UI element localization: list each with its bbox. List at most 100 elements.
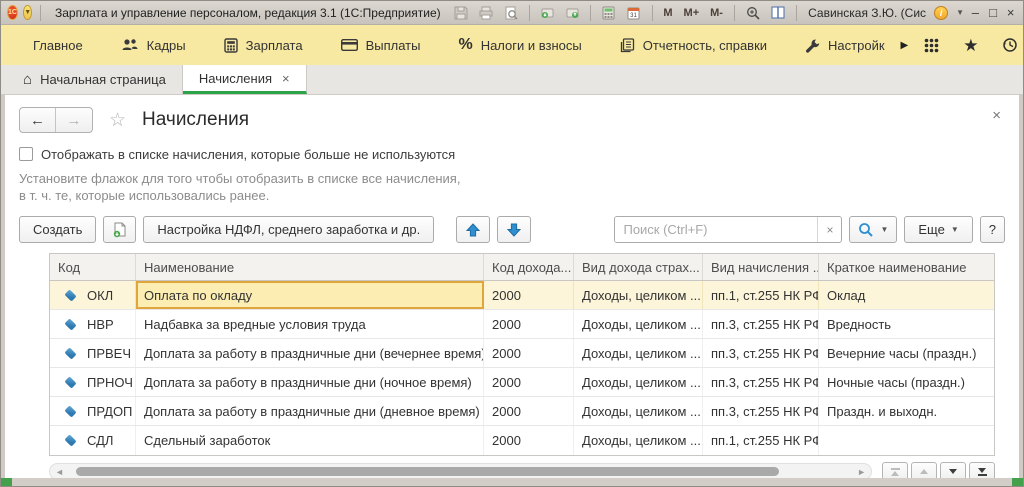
col-header-name[interactable]: Наименование — [136, 254, 484, 280]
memory-minus-button[interactable]: M- — [707, 4, 726, 22]
menu-item-zarplata[interactable]: Зарплата — [224, 38, 303, 53]
cell-income-code[interactable]: 2000 — [484, 310, 574, 338]
cell-short-name[interactable]: Ночные часы (праздн.) — [819, 368, 994, 396]
maximize-icon[interactable]: □ — [987, 5, 1000, 20]
table-row[interactable]: НВР Надбавка за вредные условия труда 20… — [50, 310, 994, 339]
back-button[interactable]: ← — [20, 108, 56, 132]
cell-accrual-kind[interactable]: пп.3, ст.255 НК РФ — [703, 339, 819, 367]
cell-short-name[interactable]: Вредность — [819, 310, 994, 338]
col-header-short-name[interactable]: Краткое наименование — [819, 254, 994, 280]
cell-accrual-kind[interactable]: пп.1, ст.255 НК РФ — [703, 426, 819, 455]
create-button[interactable]: Создать — [19, 216, 96, 243]
table-row[interactable]: СДЛ Сдельный заработок 2000 Доходы, цели… — [50, 426, 994, 455]
apps-grid-icon[interactable] — [924, 38, 939, 53]
show-unused-checkbox[interactable] — [19, 147, 33, 161]
save-file-icon[interactable] — [562, 4, 582, 22]
cell-name[interactable]: Надбавка за вредные условия труда — [136, 310, 484, 338]
cell-code[interactable]: СДЛ — [50, 426, 136, 455]
cell-short-name[interactable]: Вечерние часы (праздн.) — [819, 339, 994, 367]
col-header-income-code[interactable]: Код дохода... — [484, 254, 574, 280]
show-unused-label[interactable]: Отображать в списке начисления, которые … — [41, 147, 455, 162]
cell-insurance[interactable]: Доходы, целиком ... — [574, 426, 703, 455]
scroll-right-icon[interactable]: ► — [857, 465, 866, 479]
move-down-button[interactable] — [497, 216, 531, 243]
cell-income-code[interactable]: 2000 — [484, 426, 574, 455]
cell-code[interactable]: НВР — [50, 310, 136, 338]
cell-name-focused[interactable]: Оплата по окладу — [136, 281, 484, 309]
col-header-insurance[interactable]: Вид дохода страх... — [574, 254, 703, 280]
cell-name[interactable]: Сдельный заработок — [136, 426, 484, 455]
close-icon[interactable]: × — [1004, 5, 1017, 20]
save-icon[interactable] — [451, 4, 471, 22]
cell-code[interactable]: ПРВЕЧ — [50, 339, 136, 367]
search-settings-button[interactable]: ▼ — [849, 216, 897, 243]
info-icon[interactable]: i — [931, 4, 951, 22]
menu-item-glavnoe[interactable]: Главное — [33, 38, 83, 53]
table-row[interactable]: ОКЛ Оплата по окладу 2000 Доходы, целико… — [50, 281, 994, 310]
cell-accrual-kind[interactable]: пп.3, ст.255 НК РФ — [703, 397, 819, 425]
system-menu-chevron-icon[interactable]: ▼ — [23, 5, 32, 20]
calendar-icon[interactable]: 31 — [624, 4, 644, 22]
table-row[interactable]: ПРВЕЧ Доплата за работу в праздничные дн… — [50, 339, 994, 368]
cell-insurance[interactable]: Доходы, целиком ... — [574, 310, 703, 338]
more-button[interactable]: Еще ▼ — [904, 216, 972, 243]
cell-income-code[interactable]: 2000 — [484, 397, 574, 425]
search-clear-icon[interactable]: × — [817, 217, 841, 242]
help-button[interactable]: ? — [980, 216, 1005, 243]
cell-insurance[interactable]: Доходы, целиком ... — [574, 281, 703, 309]
menu-item-nalogi[interactable]: % Налоги и взносы — [458, 36, 581, 54]
favorite-star-icon[interactable]: ☆ — [109, 109, 126, 132]
tab-home[interactable]: ⌂ Начальная страница — [7, 65, 183, 94]
cell-name[interactable]: Доплата за работу в праздничные дни (веч… — [136, 339, 484, 367]
cell-accrual-kind[interactable]: пп.1, ст.255 НК РФ — [703, 281, 819, 309]
form-close-icon[interactable]: × — [984, 107, 1009, 124]
scrollbar-thumb[interactable] — [76, 467, 779, 476]
create-by-copy-button[interactable] — [103, 216, 136, 243]
minimize-icon[interactable]: – — [969, 5, 982, 20]
col-header-code[interactable]: Код — [50, 254, 136, 280]
load-file-icon[interactable] — [537, 4, 557, 22]
menu-item-nastroyki[interactable]: Настройк — [805, 38, 884, 53]
forward-button[interactable]: → — [56, 108, 92, 132]
cell-short-name[interactable]: Праздн. и выходн. — [819, 397, 994, 425]
tab-nachisleniya[interactable]: Начисления × — [183, 65, 307, 94]
cell-code[interactable]: ПРДОП — [50, 397, 136, 425]
cell-insurance[interactable]: Доходы, целиком ... — [574, 339, 703, 367]
cell-insurance[interactable]: Доходы, целиком ... — [574, 397, 703, 425]
cell-accrual-kind[interactable]: пп.3, ст.255 НК РФ — [703, 368, 819, 396]
move-up-button[interactable] — [456, 216, 490, 243]
table-row[interactable]: ПРДОП Доплата за работу в праздничные дн… — [50, 397, 994, 426]
cell-income-code[interactable]: 2000 — [484, 339, 574, 367]
zoom-icon[interactable] — [743, 4, 763, 22]
history-icon[interactable] — [1002, 37, 1018, 53]
menu-item-otchetnost[interactable]: Отчетность, справки — [620, 38, 767, 53]
cell-income-code[interactable]: 2000 — [484, 281, 574, 309]
cell-short-name[interactable]: Оклад — [819, 281, 994, 309]
cell-code[interactable]: ПРНОЧ — [50, 368, 136, 396]
tab-close-icon[interactable]: × — [282, 71, 290, 86]
cell-code[interactable]: ОКЛ — [50, 281, 136, 309]
col-header-accrual-kind[interactable]: Вид начисления ... — [703, 254, 819, 280]
cell-name[interactable]: Доплата за работу в праздничные дни (дне… — [136, 397, 484, 425]
print-preview-icon[interactable] — [501, 4, 521, 22]
cell-name[interactable]: Доплата за работу в праздничные дни (ноч… — [136, 368, 484, 396]
menu-overflow-arrow-icon[interactable]: ▶ — [901, 40, 909, 51]
memory-button[interactable]: M — [660, 4, 675, 22]
cell-insurance[interactable]: Доходы, целиком ... — [574, 368, 703, 396]
cell-accrual-kind[interactable]: пп.3, ст.255 НК РФ — [703, 310, 819, 338]
cell-income-code[interactable]: 2000 — [484, 368, 574, 396]
calculator-icon[interactable] — [599, 4, 619, 22]
scroll-left-icon[interactable]: ◄ — [55, 465, 64, 479]
split-window-icon[interactable] — [768, 4, 788, 22]
favorites-star-icon[interactable]: ★ — [963, 37, 978, 54]
table-row[interactable]: ПРНОЧ Доплата за работу в праздничные дн… — [50, 368, 994, 397]
menu-item-vyplaty[interactable]: Выплаты — [341, 38, 421, 53]
cell-short-name[interactable] — [819, 426, 994, 455]
ndfl-settings-button[interactable]: Настройка НДФЛ, среднего заработка и др. — [143, 216, 434, 243]
print-icon[interactable] — [476, 4, 496, 22]
info-chevron-icon[interactable]: ▼ — [956, 8, 964, 17]
memory-plus-button[interactable]: M+ — [681, 4, 703, 22]
menu-item-kadry[interactable]: Кадры — [121, 38, 186, 53]
search-input[interactable] — [615, 217, 817, 242]
current-user[interactable]: Савинская З.Ю. (Системный прог... — [804, 6, 926, 20]
